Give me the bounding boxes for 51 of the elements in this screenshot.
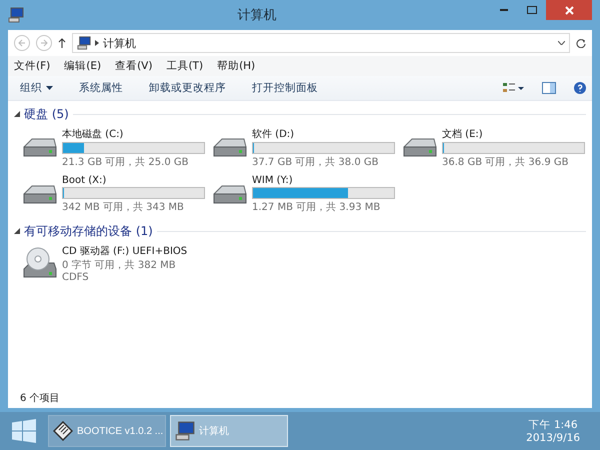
free-space-text: 1.27 MB 可用，共 3.93 MB [252,200,382,214]
drive-name[interactable]: 文档 (E:) [442,127,585,141]
cd-drive-icon [22,246,58,280]
menu-item[interactable]: 文件(F) [14,59,50,73]
toolbar-button[interactable]: 打开控制面板 [246,79,324,97]
toolbar-button[interactable]: 卸载或更改程序 [143,79,232,97]
free-space-text: 21.3 GB 可用，共 25.0 GB [62,156,190,169]
menu-item[interactable]: 工具(T) [166,59,204,73]
file-system-text: CDFS [62,272,90,283]
drive-name[interactable]: 本地磁盘 (C:) [62,127,205,141]
drive-name[interactable]: 软件 (D:) [252,127,395,141]
menu-item[interactable]: 查看(V) [115,59,152,73]
refresh-icon[interactable] [576,38,586,48]
group-title[interactable]: 硬盘 (5) [24,106,69,122]
computer-icon [175,421,195,441]
preview-pane-icon[interactable] [542,82,556,94]
close-button[interactable] [546,0,592,20]
toolbar-button[interactable]: 组织 [14,79,59,97]
menu-item[interactable]: 帮助(H) [217,59,256,73]
free-space-text: 36.8 GB 可用，共 36.9 GB [442,156,570,169]
free-space-text: 37.7 GB 可用，共 38.0 GB [252,156,380,169]
up-arrow-icon[interactable] [58,38,66,48]
group-title[interactable]: 有可移动存储的设备 (1) [24,222,153,240]
computer-icon [77,36,91,50]
collapse-arrow-icon[interactable] [14,228,20,234]
windows-logo-icon [12,419,36,443]
view-options-icon[interactable] [502,81,524,95]
free-space-text: 0 字节 可用，共 382 MB [62,258,177,272]
close-icon [564,6,574,14]
chevron-down-icon[interactable] [558,41,565,45]
drive-name[interactable]: Boot (X:) [62,175,205,186]
window-title: 计算机 [236,7,278,24]
address-path: 计算机 [103,36,136,50]
address-field[interactable]: 计算机 [72,33,570,53]
clock-date: 2013/9/16 [526,432,580,444]
drive-name[interactable]: WIM (Y:) [252,175,395,186]
help-icon[interactable] [574,82,586,94]
item-count: 6 个项目 [20,392,60,405]
chevron-right-icon [95,40,99,46]
free-space-text: 342 MB 可用，共 343 MB [62,200,185,214]
minimize-icon [500,9,508,11]
maximize-icon [527,6,537,14]
collapse-arrow-icon[interactable] [14,111,20,117]
forward-arrow-icon [40,39,48,47]
disk-tool-icon [53,421,73,441]
menu-item[interactable]: 编辑(E) [64,59,102,73]
back-arrow-icon [18,39,26,47]
toolbar-button[interactable]: 系统属性 [73,79,129,97]
drive-name[interactable]: CD 驱动器 (F:) UEFI+BIOS [62,244,205,258]
computer-icon [8,7,24,23]
clock-time: 下午 1:46 [528,418,578,432]
